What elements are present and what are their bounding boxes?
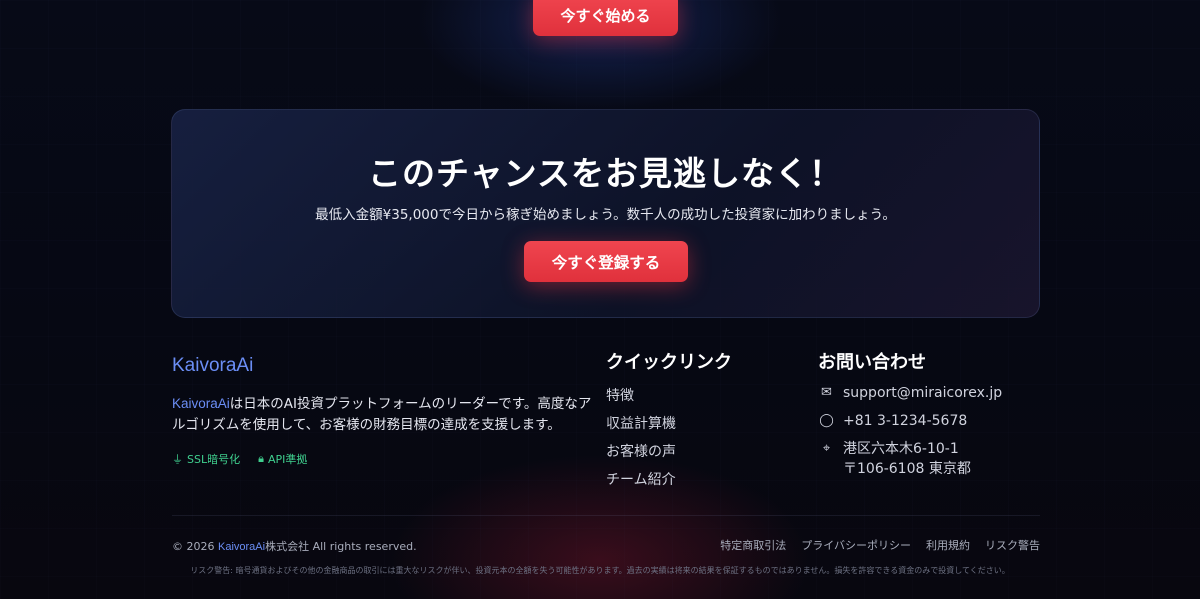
contact-email-text: support@miraicorex.jp: [843, 385, 1003, 401]
copyright: © 2026 KaivoraAi株式会社 All rights reserved…: [172, 538, 417, 554]
api-badge: 🔒︎ API準拠: [258, 451, 307, 467]
contact-phone[interactable]: ◯ +81 3-1234-5678: [818, 413, 1002, 441]
phone-icon: ◯: [819, 413, 834, 428]
contact-title: お問い合わせ: [818, 352, 926, 373]
footer-divider: [172, 515, 1040, 516]
lock-icon: 🔒︎: [258, 452, 264, 465]
ssl-badge-label: SSL暗号化: [187, 453, 241, 466]
ssl-badge: ⏚ SSL暗号化: [172, 451, 240, 467]
contact-email[interactable]: ✉ support@miraicorex.jp: [818, 385, 1002, 413]
location-pin-icon: ⌖: [822, 441, 831, 456]
about-text: は日本のAI投資プラットフォームのリーダーです。高度なアルゴリズムを使用して、お…: [172, 396, 592, 433]
quick-link-testimonials[interactable]: お客様の声: [606, 441, 676, 469]
contact-list: ✉ support@miraicorex.jp ◯ +81 3-1234-567…: [818, 385, 1002, 477]
address-line-1: 港区六本木6-10-1: [843, 441, 959, 457]
quick-link-calculator[interactable]: 収益計算機: [606, 413, 676, 441]
copyright-brand: KaivoraAi: [218, 541, 266, 553]
quick-links-list: 特徴 収益計算機 お客様の声 チーム紹介: [606, 385, 676, 497]
cta-title: このチャンスをお見逃しなく！: [367, 154, 843, 193]
contact-address: ⌖ 港区六本木6-10-1 〒106-6108 東京都: [818, 441, 1002, 477]
register-now-button[interactable]: 今すぐ登録する: [524, 241, 688, 282]
quick-link-team[interactable]: チーム紹介: [606, 469, 676, 497]
about-brand-name: KaivoraAi: [172, 396, 230, 411]
plug-icon: ⏚: [172, 453, 183, 466]
security-badges: ⏚ SSL暗号化 🔒︎ API準拠: [172, 451, 307, 467]
footer-about: KaivoraAiは日本のAI投資プラットフォームのリーダーです。高度なアルゴリ…: [172, 393, 592, 436]
footer-brand-logo[interactable]: KaivoraAi: [172, 355, 253, 377]
cta-card: このチャンスをお見逃しなく！ 最低入金額¥35,000で今日から稼ぎ始めましょう…: [171, 109, 1040, 318]
copyright-prefix: © 2026: [172, 540, 218, 553]
risk-warning-text: リスク警告: 暗号通貨およびその他の金融商品の取引には重大なリスクが伴い、投資元…: [190, 566, 1010, 575]
address-line-2: 〒106-6108 東京都: [843, 461, 971, 477]
api-badge-label: API準拠: [267, 453, 308, 466]
legal-link-commerce-act[interactable]: 特定商取引法: [720, 537, 786, 553]
quick-link-features[interactable]: 特徴: [606, 385, 676, 413]
legal-link-terms[interactable]: 利用規約: [926, 537, 970, 553]
contact-address-text: 港区六本木6-10-1 〒106-6108 東京都: [843, 439, 971, 479]
start-now-button[interactable]: 今すぐ始める: [533, 0, 678, 36]
copyright-suffix: 株式会社 All rights reserved.: [265, 540, 417, 553]
legal-link-privacy-policy[interactable]: プライバシーポリシー: [801, 537, 911, 553]
quick-links-title: クイックリンク: [606, 352, 732, 373]
contact-phone-text: +81 3-1234-5678: [843, 413, 968, 429]
legal-link-risk-warning[interactable]: リスク警告: [985, 537, 1040, 553]
legal-links: 特定商取引法 プライバシーポリシー 利用規約 リスク警告: [720, 537, 1040, 553]
mail-icon: ✉: [821, 385, 832, 400]
cta-subtitle: 最低入金額¥35,000で今日から稼ぎ始めましょう。数千人の成功した投資家に加わ…: [315, 207, 896, 223]
